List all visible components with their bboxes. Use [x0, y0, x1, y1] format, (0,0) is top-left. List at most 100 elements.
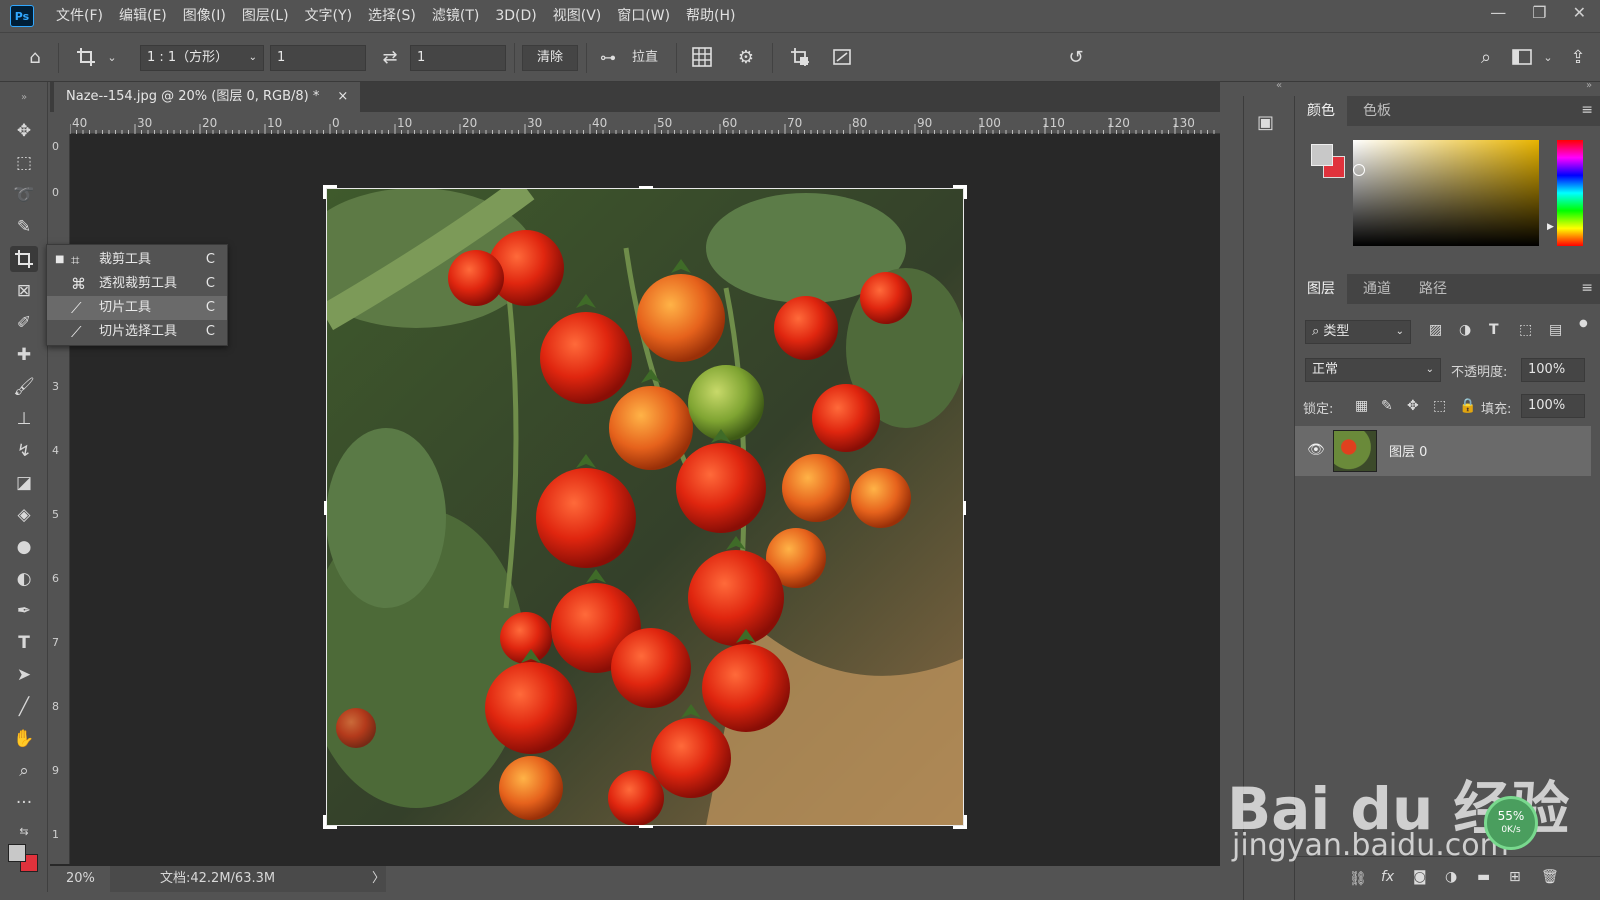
- trash-icon[interactable]: 🗑: [1541, 869, 1559, 885]
- brush-tool-icon[interactable]: 🖌: [10, 374, 38, 400]
- swap-colors-icon[interactable]: ⇆: [10, 818, 38, 844]
- width-input[interactable]: 1: [270, 45, 366, 71]
- menu-file[interactable]: 文件(F): [48, 0, 111, 32]
- filter-smart-object-icon[interactable]: ▤: [1549, 322, 1562, 338]
- color-field[interactable]: [1353, 140, 1539, 246]
- new-group-icon[interactable]: ▬: [1477, 869, 1490, 885]
- lock-artboard-icon[interactable]: ⬚: [1433, 398, 1446, 414]
- restore-button[interactable]: ❐: [1532, 0, 1546, 26]
- document-tab[interactable]: Naze--154.jpg @ 20% (图层 0, RGB/8) * ×: [54, 82, 361, 112]
- dodge-tool-icon[interactable]: ◐: [10, 566, 38, 592]
- content-aware-icon[interactable]: [828, 43, 856, 71]
- lock-all-icon[interactable]: 🔒: [1459, 398, 1476, 414]
- hue-slider[interactable]: [1557, 140, 1583, 246]
- expand-arrows-icon[interactable]: »: [10, 84, 38, 110]
- flyout-slice-select-tool[interactable]: ⟋ 切片选择工具 C: [47, 320, 227, 344]
- crop-handle[interactable]: [963, 501, 966, 515]
- menu-edit[interactable]: 编辑(E): [111, 0, 175, 32]
- move-tool-icon[interactable]: ✥: [10, 118, 38, 144]
- tab-swatches[interactable]: 色板: [1351, 96, 1403, 126]
- filter-type-icon[interactable]: T: [1489, 322, 1499, 338]
- minimize-button[interactable]: —: [1490, 0, 1506, 26]
- search-icon[interactable]: ⌕: [1472, 43, 1500, 71]
- clear-button[interactable]: 清除: [522, 45, 579, 71]
- menu-window[interactable]: 窗口(W): [609, 0, 678, 32]
- crop-preset-icon[interactable]: [72, 43, 100, 71]
- quick-selection-tool-icon[interactable]: ✎: [10, 214, 38, 240]
- crop-handle[interactable]: [323, 185, 326, 199]
- zoom-level[interactable]: 20%: [66, 866, 95, 892]
- pen-tool-icon[interactable]: ✒: [10, 598, 38, 624]
- lock-position-icon[interactable]: ✥: [1407, 398, 1419, 414]
- reset-icon[interactable]: ↺: [1062, 43, 1090, 71]
- blend-mode-select[interactable]: 正常 ⌄: [1305, 358, 1441, 382]
- paint-bucket-tool-icon[interactable]: ◈: [10, 502, 38, 528]
- tab-channels[interactable]: 通道: [1351, 274, 1403, 304]
- hand-tool-icon[interactable]: ✋: [10, 726, 38, 752]
- frame-tool-icon[interactable]: ⊠: [10, 278, 38, 304]
- crop-handle[interactable]: [324, 501, 327, 515]
- eraser-tool-icon[interactable]: ◪: [10, 470, 38, 496]
- collapse-arrows-icon[interactable]: «: [1276, 80, 1282, 91]
- tab-color[interactable]: 颜色: [1295, 96, 1347, 126]
- lock-image-icon[interactable]: ✎: [1381, 398, 1393, 414]
- hue-slider-pointer-icon[interactable]: ▶: [1547, 222, 1554, 232]
- straighten-button[interactable]: 拉直: [632, 45, 658, 71]
- crop-tool-icon[interactable]: [10, 246, 38, 272]
- status-menu-arrow[interactable]: 〉: [372, 866, 385, 892]
- clone-stamp-tool-icon[interactable]: ⊥: [10, 406, 38, 432]
- document-size[interactable]: 文档:42.2M/63.3M: [160, 866, 275, 892]
- menu-3d[interactable]: 3D(D): [487, 0, 544, 32]
- add-mask-icon[interactable]: ◙: [1413, 869, 1427, 885]
- menu-view[interactable]: 视图(V): [545, 0, 610, 32]
- delete-cropped-icon[interactable]: [786, 43, 814, 71]
- fx-icon[interactable]: fx: [1381, 869, 1394, 885]
- menu-type[interactable]: 文字(Y): [297, 0, 360, 32]
- lock-transparency-icon[interactable]: ▦: [1355, 398, 1368, 414]
- color-picker-cursor[interactable]: [1353, 164, 1365, 176]
- swap-icon[interactable]: ⇄: [376, 43, 404, 71]
- flyout-slice-tool[interactable]: ⟋ 切片工具 C: [47, 296, 227, 320]
- eye-icon[interactable]: 👁: [1307, 442, 1325, 458]
- filter-pixel-icon[interactable]: ▨: [1429, 322, 1442, 338]
- opacity-input[interactable]: 100%: [1521, 358, 1585, 382]
- history-brush-tool-icon[interactable]: ↯: [10, 438, 38, 464]
- link-layers-icon[interactable]: ⛓: [1349, 871, 1367, 887]
- crop-handle[interactable]: [639, 825, 653, 828]
- tab-layers[interactable]: 图层: [1295, 274, 1347, 304]
- new-layer-icon[interactable]: ⊞: [1509, 869, 1521, 885]
- filter-shape-icon[interactable]: ⬚: [1519, 322, 1532, 338]
- chevron-down-icon[interactable]: ⌄: [1534, 43, 1562, 71]
- marquee-tool-icon[interactable]: ⬚: [10, 150, 38, 176]
- filter-adjustment-icon[interactable]: ◑: [1459, 322, 1471, 338]
- foreground-color-swatch[interactable]: [8, 844, 26, 862]
- grid-overlay-icon[interactable]: [688, 43, 716, 71]
- eyedropper-tool-icon[interactable]: ✐: [10, 310, 38, 336]
- line-tool-icon[interactable]: ╱: [10, 694, 38, 720]
- crop-handle[interactable]: [964, 185, 967, 199]
- zoom-tool-icon[interactable]: ⌕: [10, 758, 38, 784]
- height-input[interactable]: 1: [410, 45, 506, 71]
- layer-filter-select[interactable]: ⌕ 类型 ⌄: [1305, 320, 1411, 344]
- panel-menu-icon[interactable]: ≡: [1581, 280, 1593, 296]
- crop-handle[interactable]: [639, 186, 653, 189]
- network-speed-badge[interactable]: 55% 0K/s: [1484, 796, 1538, 850]
- filter-toggle-icon[interactable]: ●: [1579, 318, 1588, 329]
- foreground-color-chip[interactable]: [1311, 144, 1333, 166]
- close-window-button[interactable]: ✕: [1573, 0, 1586, 26]
- crop-frame[interactable]: [323, 185, 967, 829]
- path-selection-tool-icon[interactable]: ➤: [10, 662, 38, 688]
- menu-filter[interactable]: 滤镜(T): [424, 0, 487, 32]
- type-tool-icon[interactable]: T: [10, 630, 38, 656]
- panel-menu-icon[interactable]: ≡: [1581, 102, 1593, 118]
- menu-image[interactable]: 图像(I): [175, 0, 234, 32]
- blur-tool-icon[interactable]: ●: [10, 534, 38, 560]
- healing-brush-tool-icon[interactable]: ✚: [10, 342, 38, 368]
- level-icon[interactable]: ⊶: [594, 43, 622, 71]
- menu-layer[interactable]: 图层(L): [234, 0, 297, 32]
- properties-panel-icon[interactable]: ▣: [1257, 112, 1281, 136]
- fill-input[interactable]: 100%: [1521, 394, 1585, 418]
- ratio-preset-select[interactable]: 1 : 1（方形） ⌄: [140, 45, 264, 71]
- layer-row[interactable]: 👁 图层 0: [1295, 426, 1591, 476]
- lasso-tool-icon[interactable]: ➰: [10, 182, 38, 208]
